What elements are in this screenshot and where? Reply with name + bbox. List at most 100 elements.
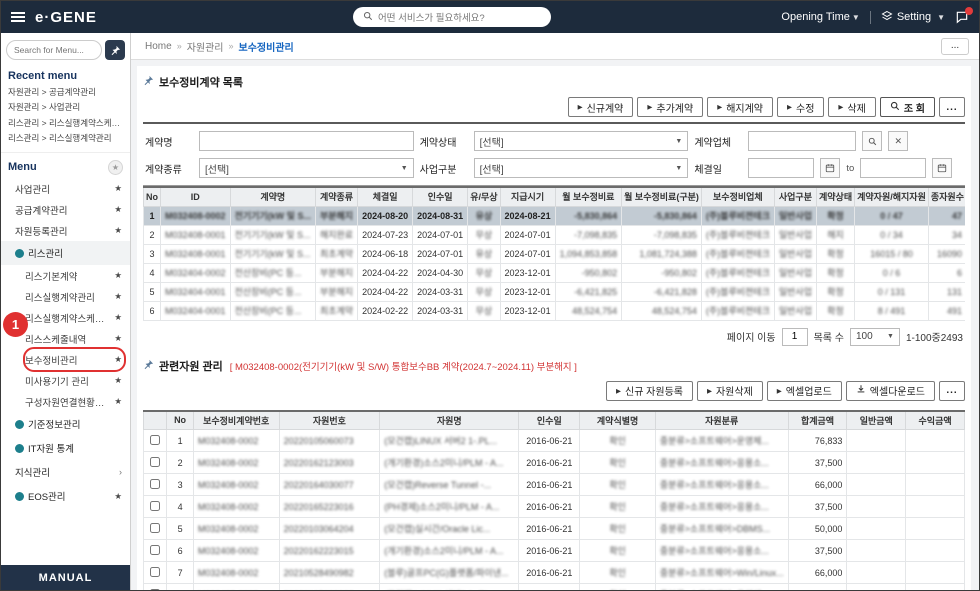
table-row[interactable]: 1M032408-0002전기기기(kW 및 S...부분해지2024-08-2… (144, 206, 966, 225)
column-header[interactable]: 인수일 (413, 187, 468, 206)
sidebar-item[interactable]: 리스실행계약관리★ (1, 286, 130, 307)
recent-menu-item[interactable]: 리스관리 > 리스실행계약스케줄관리 (8, 116, 123, 131)
column-header[interactable]: 보수정비업체 (701, 187, 774, 206)
sidebar-item[interactable]: 미사용기기 관리★ (1, 370, 130, 391)
hamburger-menu-icon[interactable] (11, 12, 25, 22)
column-header[interactable]: 계약상태 (816, 187, 854, 206)
action-button[interactable]: ▶삭제 (828, 97, 875, 117)
favorite-star-icon[interactable]: ★ (114, 375, 122, 386)
recent-menu-item[interactable]: 리스관리 > 리스실행계약관리 (8, 131, 123, 146)
manual-button[interactable]: MANUAL (1, 565, 130, 590)
calendar-icon[interactable] (820, 158, 840, 178)
column-header[interactable]: 계약자원/해지자원 (855, 187, 929, 206)
row-checkbox[interactable] (150, 523, 160, 533)
column-header[interactable]: 월 보수정비료 (555, 187, 622, 206)
breadcrumb-home[interactable]: Home (145, 41, 172, 52)
column-header[interactable] (144, 411, 167, 430)
search-button[interactable]: 조 회 (880, 97, 935, 117)
row-checkbox[interactable] (150, 545, 160, 555)
menu-search-input[interactable] (6, 40, 102, 60)
business-type-select[interactable]: [선택] ▼ (474, 158, 689, 178)
sidebar-item[interactable]: 리스기본계약★ (1, 265, 130, 286)
action-button[interactable]: ▶신규계약 (568, 97, 634, 117)
pin-sidebar-button[interactable] (105, 40, 125, 60)
column-header[interactable]: 지급시기 (500, 187, 555, 206)
breadcrumb-more-button[interactable]: ... (941, 38, 969, 55)
table-row[interactable]: 3M032408-000220220164030077(모건캡)Reverse … (144, 474, 965, 496)
page-size-select[interactable]: 100 ▼ (850, 328, 900, 346)
column-header[interactable]: 보수정비계약번호 (193, 411, 279, 430)
table-row[interactable]: 3M032408-0001전기기기(kW 및 S...최초계약2024-06-1… (144, 244, 966, 263)
sign-date-from-input[interactable] (748, 158, 814, 178)
contract-type-select[interactable]: [선택] ▼ (199, 158, 414, 178)
favorite-star-icon[interactable]: ★ (114, 333, 122, 344)
sign-date-to-input[interactable] (860, 158, 926, 178)
column-header[interactable]: 종자원수 (928, 187, 965, 206)
favorite-star-icon[interactable]: ★ (114, 291, 122, 302)
calendar-icon[interactable] (932, 158, 952, 178)
row-checkbox[interactable] (150, 589, 160, 591)
favorite-star-icon[interactable]: ★ (114, 225, 122, 236)
row-checkbox[interactable] (150, 457, 160, 467)
table-row[interactable]: 2M032408-000220220162123003(개기환경)소스2미니/P… (144, 452, 965, 474)
favorite-star-icon[interactable]: ★ (114, 396, 122, 407)
favorite-star-icon[interactable]: ★ (114, 354, 122, 365)
action-button[interactable]: ▶엑셀업로드 (767, 381, 842, 401)
sidebar-item[interactable]: 공급계약관리★ (1, 199, 130, 220)
column-header[interactable]: 계약식별명 (580, 411, 655, 430)
table-row[interactable]: 5M032408-000220220103064204(모건캡)실시간/Orac… (144, 518, 965, 540)
action-button[interactable]: ▶해지계약 (707, 97, 773, 117)
table-row[interactable]: 4M032404-0002전산장비(PC 등...부분해지2024-04-222… (144, 263, 966, 282)
column-header[interactable]: 일반금액 (847, 411, 906, 430)
sidebar-item[interactable]: 구성자원연결현황조회★ (1, 391, 130, 412)
sidebar-item[interactable]: 보수정비관리★1 (1, 349, 130, 370)
more-actions-button[interactable]: ... (939, 97, 965, 117)
column-header[interactable]: 자원번호 (279, 411, 380, 430)
contract-status-select[interactable]: [선택] ▼ (474, 131, 689, 151)
row-checkbox[interactable] (150, 567, 160, 577)
column-header[interactable]: 유/무상 (468, 187, 500, 206)
row-checkbox[interactable] (150, 435, 160, 445)
recent-menu-item[interactable]: 자원관리 > 사업관리 (8, 100, 123, 115)
vendor-search-button[interactable] (862, 131, 882, 151)
row-checkbox[interactable] (150, 501, 160, 511)
more-actions-button[interactable]: ... (939, 381, 965, 401)
column-header[interactable]: No (167, 411, 194, 430)
opening-time-menu[interactable]: Opening Time▼ (781, 11, 859, 23)
sidebar-item[interactable]: 사업관리★ (1, 178, 130, 199)
action-button[interactable]: ▶신규 자원등록 (606, 381, 693, 401)
favorite-star-icon[interactable]: ★ (114, 204, 122, 215)
column-header[interactable]: 자원명 (380, 411, 519, 430)
table-row[interactable]: 6M032404-0001전산장비(PC 등...최초계약2024-02-222… (144, 301, 966, 320)
column-header[interactable]: 사업구분 (774, 187, 816, 206)
table-row[interactable]: 6M032408-000220220162223015(개기환경)소스2미니/P… (144, 540, 965, 562)
column-header[interactable]: 계약종류 (315, 187, 357, 206)
column-header[interactable]: 자원분류 (655, 411, 788, 430)
sidebar-item[interactable]: IT자원 통계 (1, 436, 130, 460)
action-button[interactable]: 엑셀다운로드 (846, 381, 935, 401)
table-row[interactable]: 4M032408-000220220165223016(PH경제)소스2미니/P… (144, 496, 965, 518)
favorites-filter-icon[interactable]: ★ (108, 160, 123, 175)
favorite-star-icon[interactable]: ★ (114, 312, 122, 323)
action-button[interactable]: ▶추가계약 (637, 97, 703, 117)
sidebar-item[interactable]: 기준정보관리 (1, 412, 130, 436)
table-row[interactable]: 8M032408-000220220105069938(모건캡)LINUX 서버… (144, 584, 965, 591)
column-header[interactable]: 월 보수정비료(구분) (622, 187, 702, 206)
contract-name-input[interactable] (199, 131, 414, 151)
global-search-bar[interactable]: 어떤 서비스가 필요하세요? (353, 7, 551, 27)
favorite-star-icon[interactable]: ★ (114, 270, 122, 281)
sidebar-item[interactable]: EOS관리★ (1, 484, 130, 508)
favorite-star-icon[interactable]: ★ (114, 183, 122, 194)
recent-menu-item[interactable]: 자원관리 > 공급계약관리 (8, 85, 123, 100)
row-checkbox[interactable] (150, 479, 160, 489)
setting-menu[interactable]: Setting▼ (881, 10, 945, 25)
breadcrumb-item[interactable]: 자원관리 (187, 39, 224, 54)
column-header[interactable]: 인수일 (519, 411, 580, 430)
vendor-input[interactable] (748, 131, 856, 151)
action-button[interactable]: ▶자원삭제 (697, 381, 763, 401)
action-button[interactable]: ▶수정 (777, 97, 824, 117)
sidebar-item[interactable]: 지식관리› (1, 460, 130, 484)
page-number-input[interactable] (782, 328, 808, 346)
notification-icon[interactable] (955, 10, 969, 24)
column-header[interactable]: 합계금액 (788, 411, 847, 430)
